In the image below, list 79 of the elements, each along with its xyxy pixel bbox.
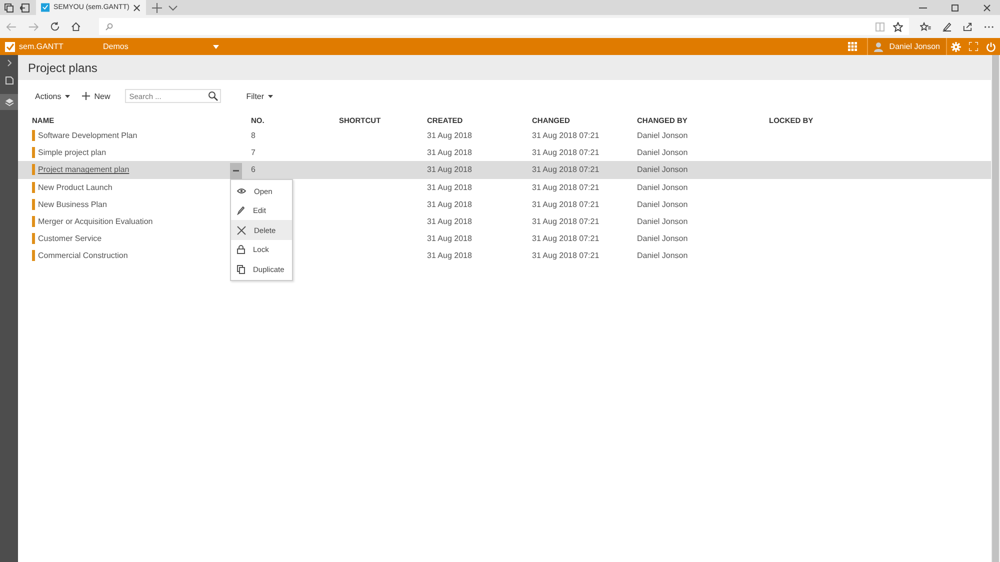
plan-name[interactable]: New Business Plan: [38, 200, 107, 209]
table-row[interactable]: Simple project plan 7 31 Aug 2018 31 Aug 2018 07:21 Daniel Jonson: [18, 144, 991, 162]
delete-icon: [237, 226, 246, 235]
table-cell-text: Daniel Jonson: [637, 148, 689, 158]
fullscreen-icon[interactable]: [969, 42, 978, 51]
logo-icon: [5, 42, 15, 52]
plus-icon: [82, 92, 90, 100]
tabs-icon[interactable]: [4, 2, 14, 12]
copy-icon: [237, 264, 245, 274]
table-cell-text: 31 Aug 2018: [427, 234, 473, 244]
table-cell-text: Daniel Jonson: [637, 217, 689, 226]
table-cell: 6: [251, 165, 256, 174]
table-cell-text: Daniel Jonson: [637, 165, 689, 174]
table-cell: 8: [251, 131, 256, 140]
settings-icon[interactable]: [951, 42, 961, 52]
table-cell-text: 31 Aug 2018 07:21: [532, 165, 600, 174]
home-icon[interactable]: [70, 21, 80, 32]
table-cell-text: 31 Aug 2018 07:21: [532, 234, 600, 244]
row-menu-button[interactable]: [230, 162, 242, 180]
search-icon: [105, 22, 114, 30]
table-cell-text: 31 Aug 2018 07:21: [532, 148, 600, 158]
chevron-down-icon[interactable]: [168, 2, 178, 12]
table-cell-text: Daniel Jonson: [637, 131, 689, 140]
apps-grid-icon[interactable]: [848, 42, 858, 51]
actions-dropdown[interactable]: Actions: [32, 90, 74, 102]
lock-icon: [237, 245, 245, 254]
table-cell-text: 31 Aug 2018 07:21: [532, 200, 600, 209]
avatar-icon: [874, 42, 884, 52]
checkmark-logo-icon: [41, 3, 50, 12]
filter-dropdown[interactable]: Filter: [243, 90, 276, 102]
table-cell-text: Daniel Jonson: [637, 200, 689, 209]
new-tab-icon[interactable]: [152, 2, 162, 12]
table-cell-text: 31 Aug 2018 07:21: [532, 251, 600, 260]
refresh-icon[interactable]: [50, 21, 60, 32]
more-icon[interactable]: [984, 24, 994, 28]
eye-icon: [237, 188, 246, 194]
table-cell-text: 31 Aug 2018 07:21: [532, 217, 600, 226]
plan-name[interactable]: Software Development Plan: [38, 131, 138, 140]
dash-icon: [233, 170, 239, 172]
share-icon[interactable]: [963, 21, 974, 32]
table-row[interactable]: Software Development Plan 8 31 Aug 2018 31 Aug 2018 07:21 Daniel Jonson: [18, 127, 991, 144]
layers-icon[interactable]: [4, 98, 14, 106]
table-cell-text: Daniel Jonson: [637, 182, 689, 192]
caret-icon: [268, 94, 274, 98]
address-field[interactable]: [99, 18, 910, 35]
scrollbar[interactable]: [992, 55, 999, 562]
caret-icon: [213, 44, 219, 48]
table-cell-text: 31 Aug 2018: [427, 148, 473, 158]
page-title: Project plans: [28, 60, 98, 74]
close-tab-icon[interactable]: [133, 4, 141, 12]
caret-icon: [65, 94, 70, 98]
plan-name[interactable]: Commercial Construction: [38, 251, 128, 260]
document-icon[interactable]: [4, 76, 14, 85]
plan-name[interactable]: Customer Service: [38, 234, 102, 244]
table-cell-text: 31 Aug 2018: [427, 165, 473, 174]
table-cell-text: 31 Aug 2018 07:21: [532, 131, 600, 140]
plan-name[interactable]: New Product Launch: [38, 182, 112, 192]
close-icon[interactable]: [982, 2, 992, 12]
star-icon[interactable]: [893, 22, 904, 32]
plan-name[interactable]: Project management plan: [38, 165, 130, 174]
maximize-icon[interactable]: [950, 2, 960, 12]
new-button[interactable]: New: [79, 90, 114, 102]
table-cell-text: 31 Aug 2018: [427, 251, 473, 260]
plan-name[interactable]: Merger or Acquisition Evaluation: [38, 217, 153, 226]
table-cell-text: 31 Aug 2018: [427, 200, 473, 209]
plan-name[interactable]: Simple project plan: [38, 148, 106, 158]
table-cell-text: 31 Aug 2018 07:21: [532, 182, 600, 192]
table-cell-text: 31 Aug 2018: [427, 217, 473, 226]
pencil-icon: [237, 206, 245, 216]
tab-back-icon[interactable]: [20, 2, 30, 12]
pen-icon[interactable]: [942, 21, 952, 32]
power-icon[interactable]: [986, 42, 996, 52]
table-cell-text: 31 Aug 2018: [427, 131, 473, 140]
table-cell-text: Daniel Jonson: [637, 251, 689, 260]
chevron-right-icon[interactable]: [5, 59, 13, 67]
table-cell-text: Daniel Jonson: [637, 234, 689, 244]
table-cell-text: 31 Aug 2018: [427, 182, 473, 192]
favorites-icon[interactable]: [920, 22, 932, 32]
table-cell: 7: [251, 148, 256, 158]
